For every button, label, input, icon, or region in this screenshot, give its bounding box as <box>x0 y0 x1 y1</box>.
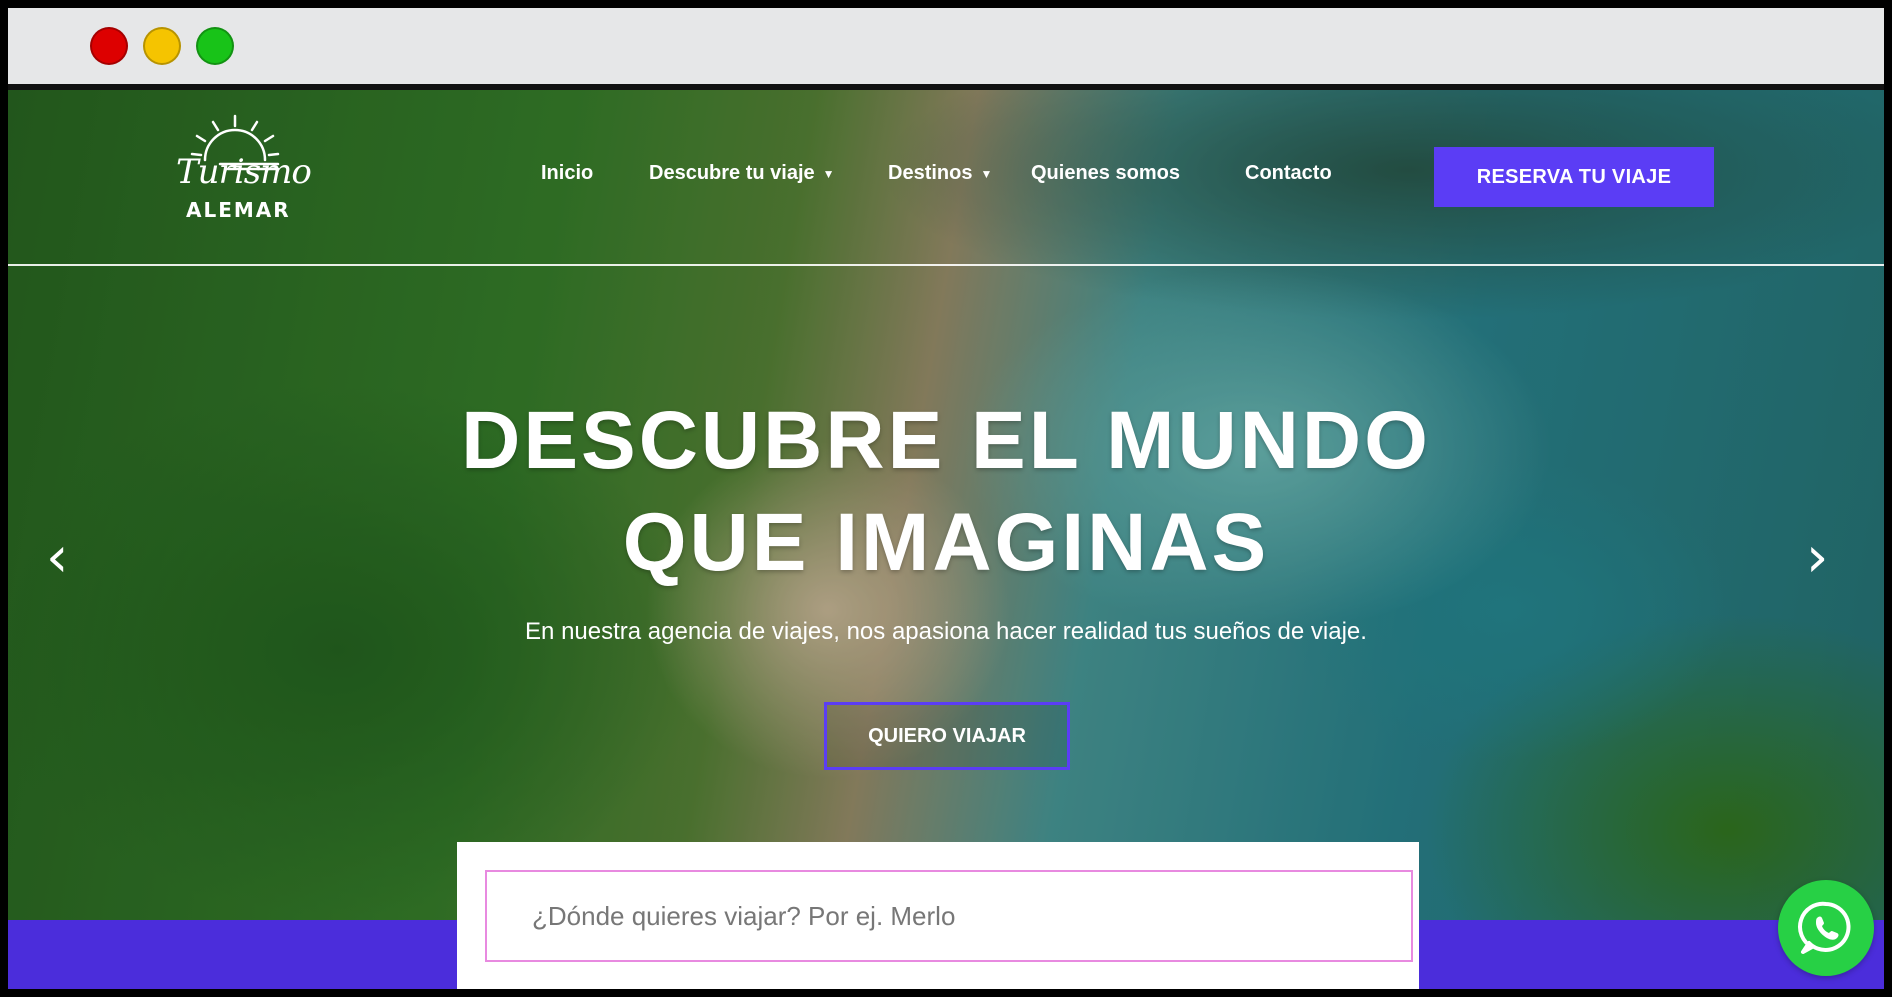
reserva-tu-viaje-button[interactable]: RESERVA TU VIAJE <box>1434 147 1714 207</box>
nav-item-descubre[interactable]: Descubre tu viaje ▼ <box>649 162 835 185</box>
header-divider <box>8 264 1884 266</box>
hero-subtitle: En nuestra agencia de viajes, nos apasio… <box>525 618 1367 645</box>
whatsapp-button[interactable] <box>1778 880 1874 976</box>
search-card <box>457 842 1419 989</box>
chevron-right-icon[interactable]: › <box>1806 530 1828 586</box>
nav-item-label: Descubre tu viaje <box>649 162 815 184</box>
close-window-button[interactable] <box>90 27 128 65</box>
whatsapp-icon <box>1798 901 1851 954</box>
hero-headline-line2: QUE IMAGINAS <box>622 497 1270 588</box>
logo-word-text: ALEMAR <box>186 198 291 222</box>
browser-window: Turismo ALEMAR Inicio Descubre tu viaje ▼… <box>8 8 1884 989</box>
nav-item-label: Quienes somos <box>1031 162 1180 184</box>
nav-item-label: Inicio <box>541 162 594 184</box>
nav-item-inicio[interactable]: Inicio <box>541 162 593 185</box>
nav-item-destinos[interactable]: Destinos ▼ <box>888 162 992 185</box>
nav-item-label: Destinos <box>888 162 973 184</box>
maximize-window-button[interactable] <box>196 27 234 65</box>
chevron-left-icon[interactable]: ‹ <box>46 530 68 586</box>
hero-headline-line1: DESCUBRE EL MUNDO <box>461 395 1431 486</box>
minimize-window-button[interactable] <box>143 27 181 65</box>
nav-item-quienes-somos[interactable]: Quienes somos <box>1031 162 1180 185</box>
destination-search-input[interactable] <box>485 870 1413 962</box>
window-titlebar <box>8 8 1884 90</box>
hero-section: Turismo ALEMAR Inicio Descubre tu viaje ▼… <box>8 90 1884 920</box>
caret-down-icon: ▼ <box>822 166 835 181</box>
quiero-viajar-button[interactable]: QUIERO VIAJAR <box>824 702 1070 770</box>
caret-down-icon: ▼ <box>980 166 993 181</box>
hero-headline: DESCUBRE EL MUNDO QUE IMAGINAS <box>8 390 1884 594</box>
nav-item-contacto[interactable]: Contacto <box>1245 162 1332 185</box>
nav-item-label: Contacto <box>1245 162 1332 184</box>
